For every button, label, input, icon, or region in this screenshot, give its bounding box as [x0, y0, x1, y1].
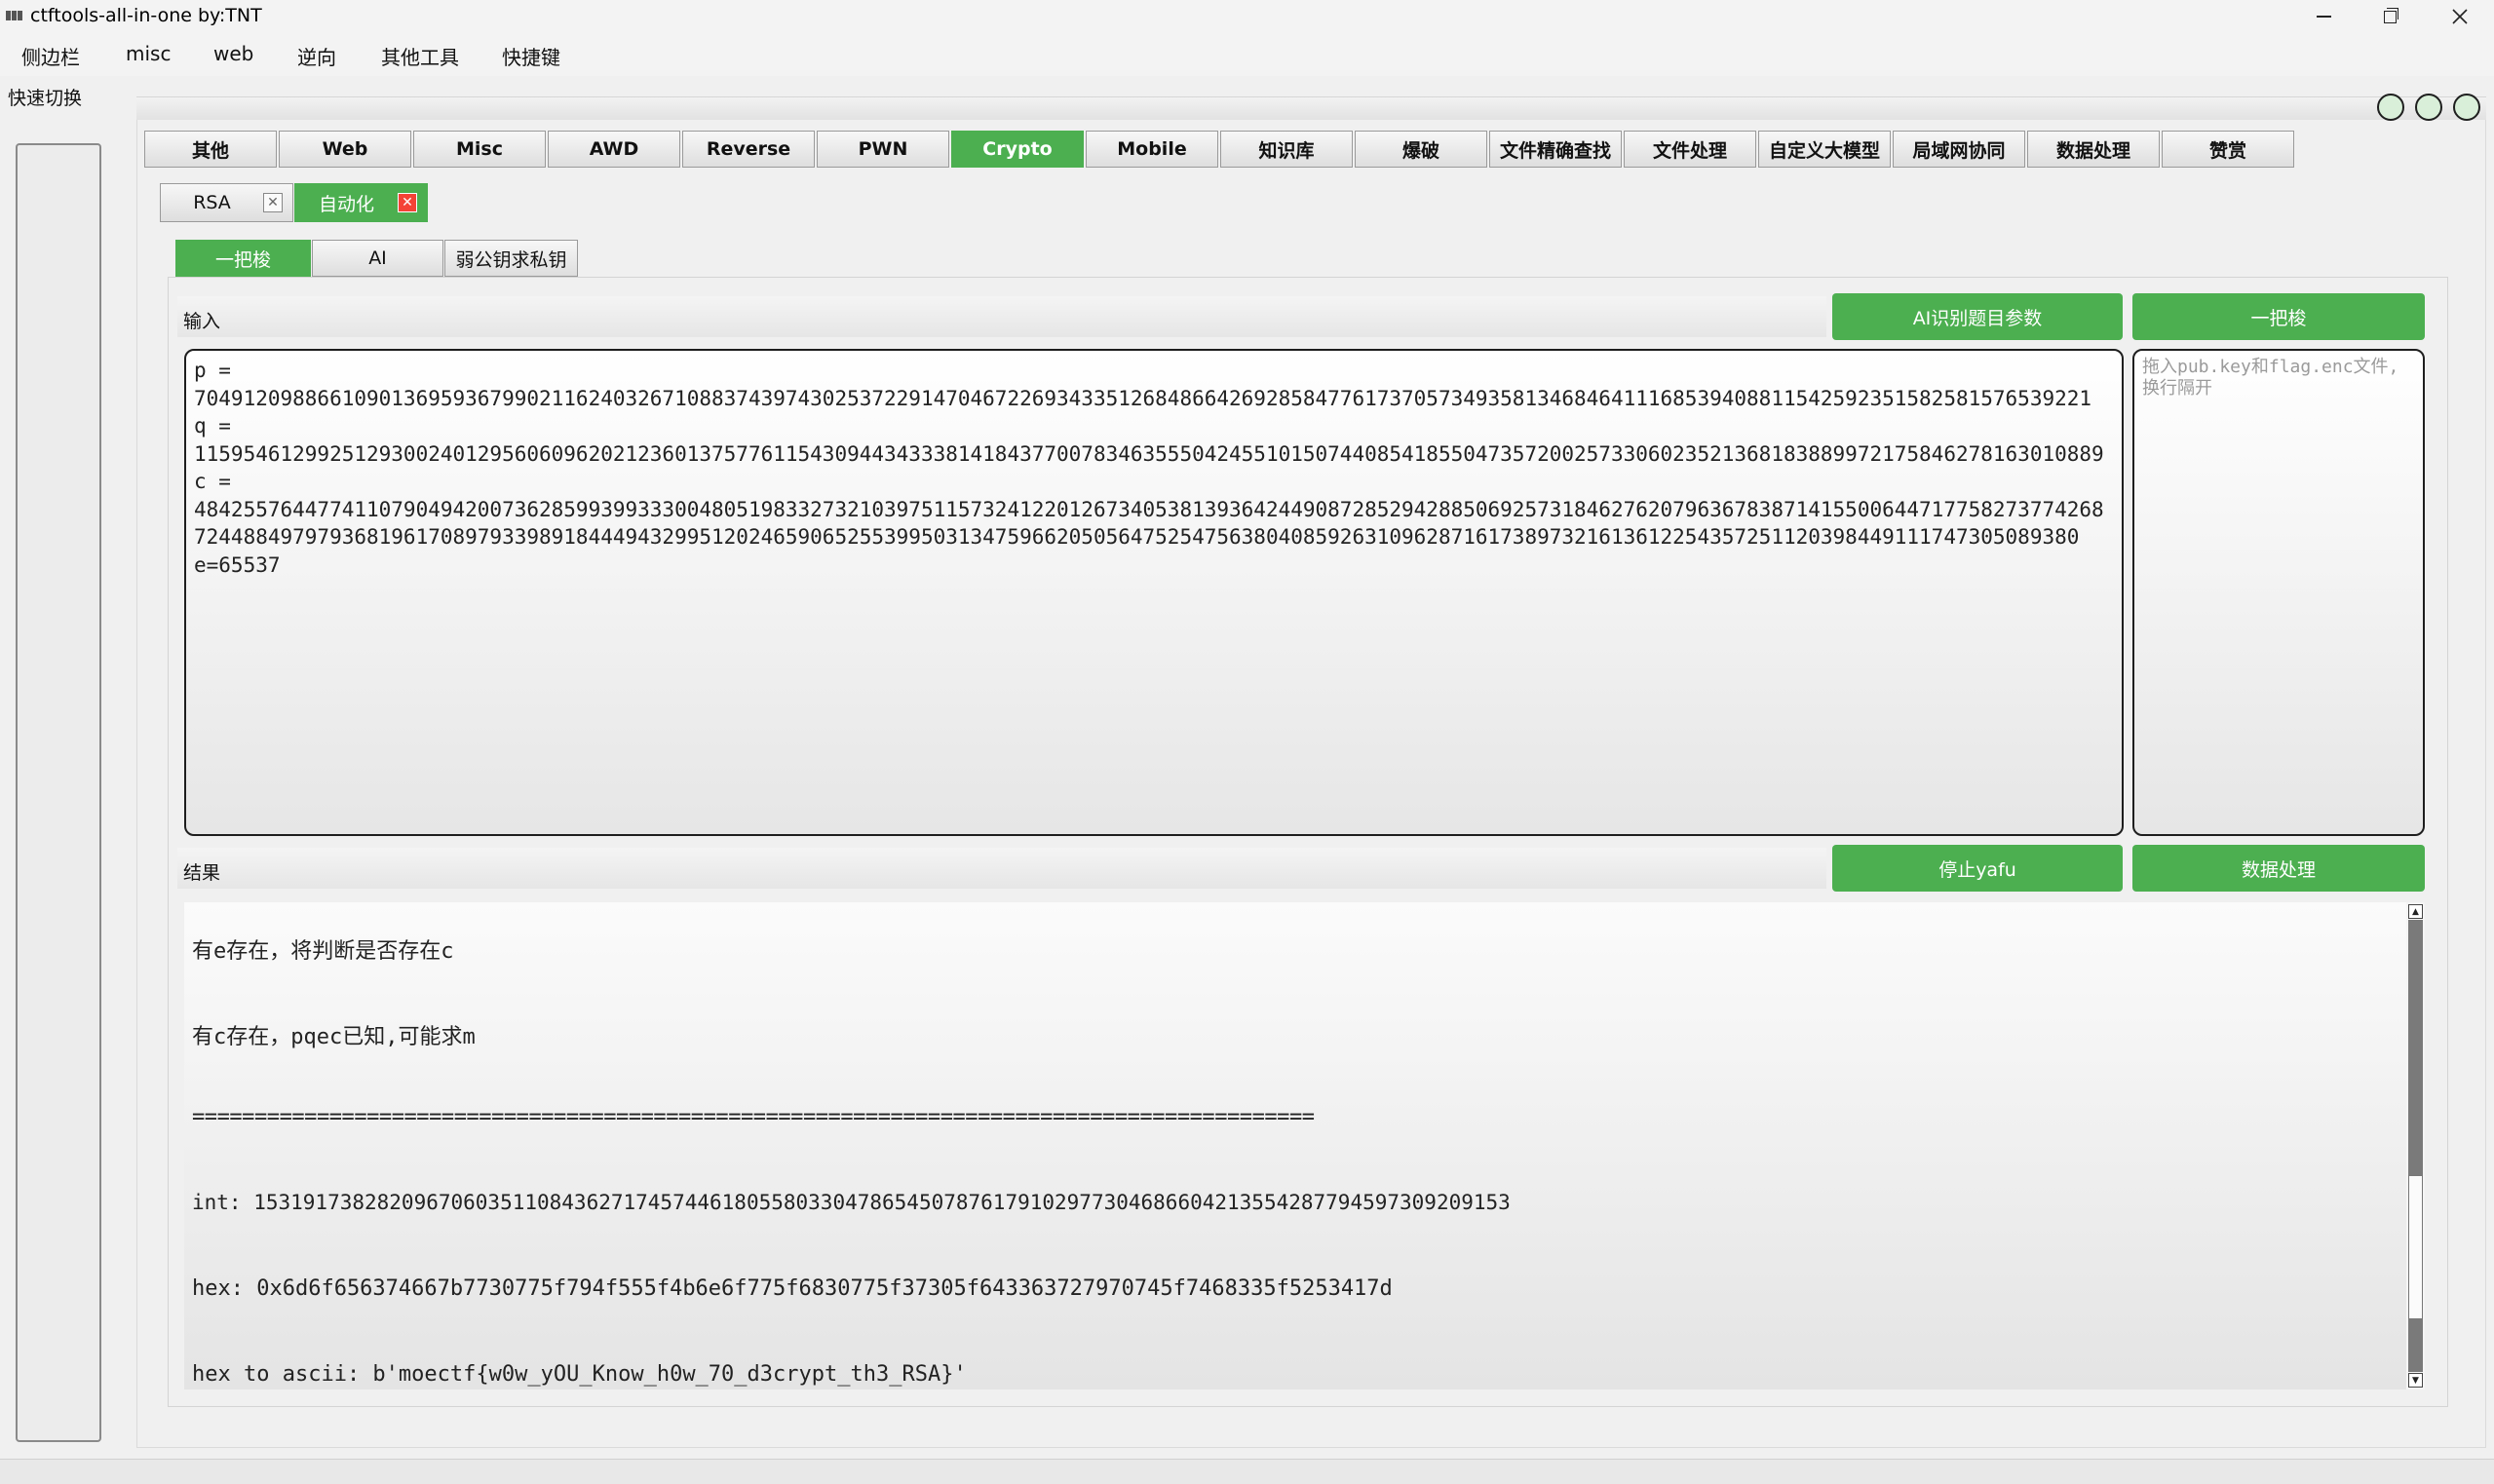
circle-icon[interactable] [2377, 94, 2404, 121]
app-icon [6, 11, 23, 20]
tab-crypto[interactable]: Crypto [951, 131, 1084, 168]
tab-donate[interactable]: 赞赏 [2162, 131, 2294, 168]
tab-misc[interactable]: Misc [413, 131, 546, 168]
menu-bar: 侧边栏 misc web 逆向 其他工具 快捷键 [0, 33, 2494, 76]
quick-switch-sidebar[interactable] [16, 143, 101, 1442]
tab-bruteforce[interactable]: 爆破 [1355, 131, 1487, 168]
subtab-automation-label: 自动化 [318, 193, 374, 215]
scroll-down-icon[interactable]: ▼ [2408, 1373, 2423, 1388]
result-label: 结果 [177, 848, 1826, 889]
ai-identify-button[interactable]: AI识别题目参数 [1832, 293, 2123, 340]
quick-switch-label: 快速切换 [8, 88, 83, 109]
tab-custom-llm[interactable]: 自定义大模型 [1758, 131, 1891, 168]
status-bar [0, 1459, 2494, 1484]
circle-icon[interactable] [2453, 94, 2480, 121]
scroll-track[interactable] [2408, 1319, 2423, 1372]
mode-tab-ai[interactable]: AI [312, 240, 443, 277]
result-line: hex: 0x6d6f656374667b7730775f794f555f4b6… [192, 1276, 1393, 1301]
mode-tab-oneshot[interactable]: 一把梭 [175, 240, 311, 277]
result-output[interactable]: 有e存在，将判断是否存在c 有c存在，pqec已知,可能求m =========… [184, 902, 2406, 1389]
tab-awd[interactable]: AWD [548, 131, 680, 168]
menu-shortcuts[interactable]: 快捷键 [502, 42, 560, 70]
menu-misc[interactable]: misc [126, 42, 171, 65]
tab-lan-collab[interactable]: 局域网协同 [1893, 131, 2025, 168]
close-icon[interactable]: ✕ [263, 193, 283, 212]
scroll-up-icon[interactable]: ▲ [2408, 904, 2423, 919]
oneshot-button[interactable]: 一把梭 [2132, 293, 2425, 340]
tab-file-search[interactable]: 文件精确查找 [1489, 131, 1622, 168]
tab-file-process[interactable]: 文件处理 [1624, 131, 1756, 168]
close-icon[interactable] [2427, 0, 2493, 33]
result-line: 有e存在，将判断是否存在c [192, 939, 454, 964]
tab-web[interactable]: Web [279, 131, 411, 168]
tab-other[interactable]: 其他 [144, 131, 277, 168]
mode-tab-weak-key[interactable]: 弱公钥求私钥 [444, 240, 578, 277]
result-line: hex to ascii: b'moectf{w0w_yOU_Know_h0w_… [192, 1362, 967, 1387]
menu-reverse[interactable]: 逆向 [297, 42, 336, 70]
minimize-icon[interactable] [2290, 0, 2357, 33]
subtab-rsa-label: RSA [193, 192, 231, 213]
maximize-icon[interactable] [2357, 0, 2423, 33]
subtab-automation[interactable]: 自动化 ✕ [294, 183, 428, 222]
tab-data-process[interactable]: 数据处理 [2027, 131, 2160, 168]
data-process-button[interactable]: 数据处理 [2132, 845, 2425, 892]
tab-pwn[interactable]: PWN [817, 131, 949, 168]
scroll-thumb[interactable] [2408, 1175, 2423, 1319]
tab-mobile[interactable]: Mobile [1086, 131, 1218, 168]
circle-icon[interactable] [2415, 94, 2442, 121]
tab-reverse[interactable]: Reverse [682, 131, 815, 168]
title-bar: ctftools-all-in-one by:TNT [0, 0, 2494, 33]
file-drop-area[interactable]: 拖入pub.key和flag.enc文件,换行隔开 [2132, 349, 2425, 836]
result-line: 有c存在，pqec已知,可能求m [192, 1025, 476, 1049]
menu-web[interactable]: web [213, 42, 253, 65]
window-title: ctftools-all-in-one by:TNT [30, 5, 262, 26]
result-scrollbar[interactable]: ▲ ▼ [2406, 902, 2425, 1389]
close-icon[interactable]: ✕ [398, 193, 417, 212]
input-textarea[interactable]: p = 704912098866109013695936799021162403… [184, 349, 2124, 836]
result-line: int: 15319173828209670603511084362717457… [192, 1191, 1511, 1214]
menu-other-tools[interactable]: 其他工具 [381, 42, 459, 70]
scroll-track[interactable] [2408, 920, 2423, 1175]
result-line: ========================================… [192, 1105, 1315, 1129]
top-strip [136, 96, 2486, 120]
menu-sidebar[interactable]: 侧边栏 [21, 42, 80, 70]
subtab-rsa[interactable]: RSA ✕ [160, 183, 293, 222]
stop-yafu-button[interactable]: 停止yafu [1832, 845, 2123, 892]
tab-knowledge[interactable]: 知识库 [1220, 131, 1353, 168]
input-label: 输入 [177, 296, 1826, 337]
